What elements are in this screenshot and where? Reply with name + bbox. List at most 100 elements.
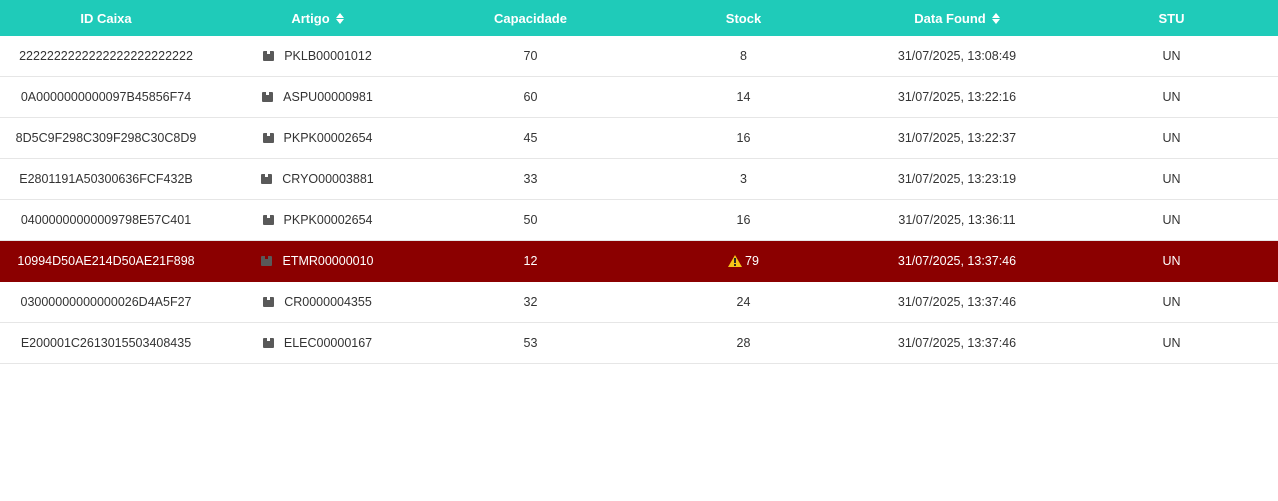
box-icon: [262, 92, 274, 102]
warning-icon: [728, 255, 743, 267]
cell-id-caixa: 0A0000000000097B45856F74: [0, 90, 212, 104]
cell-artigo: PKPK00002654: [212, 131, 423, 145]
cell-id-caixa-text: 0A0000000000097B45856F74: [20, 90, 192, 104]
column-header-label: Stock: [725, 10, 762, 26]
table-row[interactable]: 8D5C9F298C309F298C30C8D9 PKPK00002654 45 16…: [0, 118, 1278, 159]
cell-stu: UN: [1065, 254, 1278, 268]
cell-capacidade-text: 50: [523, 213, 538, 227]
cell-capacidade-text: 60: [523, 90, 538, 104]
cell-stu: UN: [1065, 213, 1278, 227]
cell-id-caixa: 10994D50AE214D50AE21F898: [0, 254, 212, 268]
cell-stock: 28: [638, 336, 849, 350]
cell-artigo: PKPK00002654: [212, 213, 423, 227]
cell-artigo-text: CRYO00003881: [282, 172, 374, 186]
cell-artigo: CRYO00003881: [212, 172, 423, 186]
cell-stu-text: UN: [1162, 90, 1181, 104]
cell-stock-text: 3: [740, 172, 747, 186]
box-table: ID Caixa Artigo Capacidade Stock Data Fo…: [0, 0, 1278, 364]
cell-data-found: 31/07/2025, 13:37:46: [849, 254, 1065, 268]
cell-data-found: 31/07/2025, 13:08:49: [849, 49, 1065, 63]
cell-stu: UN: [1065, 172, 1278, 186]
cell-stock: 24: [638, 295, 849, 309]
column-header-label: Capacidade: [494, 10, 567, 26]
cell-stu: UN: [1065, 131, 1278, 145]
cell-stu: UN: [1065, 295, 1278, 309]
box-icon: [262, 215, 274, 225]
cell-capacidade: 45: [423, 131, 638, 145]
cell-stock-text: 24: [736, 295, 751, 309]
table-body: 2222222222222222222222222 PKLB00001012 70 8…: [0, 36, 1278, 364]
cell-capacidade-text: 45: [523, 131, 538, 145]
cell-data-found-text: 31/07/2025, 13:36:11: [898, 213, 1016, 227]
table-row[interactable]: 2222222222222222222222222 PKLB00001012 70 8…: [0, 36, 1278, 77]
column-header-data-found[interactable]: Data Found: [849, 11, 1065, 26]
box-icon: [262, 133, 274, 143]
cell-capacidade-text: 70: [523, 49, 538, 63]
cell-capacidade: 12: [423, 254, 638, 268]
cell-artigo-text: PKPK00002654: [283, 213, 373, 227]
cell-stu: UN: [1065, 49, 1278, 63]
cell-capacidade-text: 12: [523, 254, 538, 268]
cell-stu-text: UN: [1162, 172, 1181, 186]
column-header-artigo[interactable]: Artigo: [212, 11, 423, 26]
table-row[interactable]: 04000000000009798E57C401 PKPK00002654 50 16…: [0, 200, 1278, 241]
cell-id-caixa: E2801191A50300636FCF432B: [0, 172, 212, 186]
cell-capacidade: 53: [423, 336, 638, 350]
sort-icon[interactable]: [335, 12, 344, 24]
cell-id-caixa-text: E2801191A50300636FCF432B: [19, 172, 193, 186]
table-row[interactable]: 03000000000000026D4A5F27 CR0000004355 32 24…: [0, 282, 1278, 323]
table-row[interactable]: E200001C2613015503408435 ELEC00000167 53 28…: [0, 323, 1278, 364]
cell-data-found-text: 31/07/2025, 13:37:46: [897, 254, 1017, 268]
cell-artigo-text: ASPU00000981: [283, 90, 373, 104]
cell-artigo-text: ELEC00000167: [283, 336, 373, 350]
cell-id-caixa: E200001C2613015503408435: [0, 336, 212, 350]
cell-artigo: PKLB00001012: [212, 49, 423, 63]
cell-id-caixa-text: E200001C2613015503408435: [20, 336, 192, 350]
column-header-stu: STU: [1065, 11, 1278, 26]
cell-artigo-text: PKLB00001012: [284, 49, 372, 63]
cell-stu-text: UN: [1162, 213, 1181, 227]
cell-stu-text: UN: [1162, 131, 1181, 145]
column-header-label: ID Caixa: [80, 10, 132, 26]
column-header-stock: Stock: [638, 11, 849, 26]
cell-data-found: 31/07/2025, 13:37:46: [849, 295, 1065, 309]
cell-stu-text: UN: [1162, 295, 1181, 309]
table-row[interactable]: E2801191A50300636FCF432B CRYO00003881 33 3 3…: [0, 159, 1278, 200]
column-header-id-caixa: ID Caixa: [0, 11, 212, 26]
cell-id-caixa: 2222222222222222222222222: [0, 49, 212, 63]
table-row[interactable]: 10994D50AE214D50AE21F898 ETMR00000010 12 79…: [0, 241, 1278, 282]
cell-artigo: CR0000004355: [212, 295, 423, 309]
box-icon: [262, 338, 274, 348]
cell-stu: UN: [1065, 90, 1278, 104]
column-header-label: Data Found: [914, 10, 986, 26]
cell-data-found: 31/07/2025, 13:23:19: [849, 172, 1065, 186]
cell-data-found-text: 31/07/2025, 13:23:19: [897, 172, 1017, 186]
sort-icon[interactable]: [991, 12, 1000, 24]
cell-id-caixa: 03000000000000026D4A5F27: [0, 295, 212, 309]
table-row[interactable]: 0A0000000000097B45856F74 ASPU00000981 60 14…: [0, 77, 1278, 118]
cell-id-caixa: 04000000000009798E57C401: [0, 213, 212, 227]
cell-capacidade-text: 33: [523, 172, 538, 186]
box-icon: [261, 174, 273, 184]
cell-id-caixa-text: 8D5C9F298C309F298C30C8D9: [15, 131, 197, 145]
cell-capacidade: 60: [423, 90, 638, 104]
cell-stock: 3: [638, 172, 849, 186]
cell-capacidade: 32: [423, 295, 638, 309]
column-header-capacidade: Capacidade: [423, 11, 638, 26]
cell-data-found: 31/07/2025, 13:22:37: [849, 131, 1065, 145]
cell-capacidade: 33: [423, 172, 638, 186]
cell-stock: 16: [638, 213, 849, 227]
box-icon: [263, 297, 275, 307]
column-header-label: Artigo: [291, 10, 330, 26]
cell-stock: 79: [638, 254, 849, 268]
cell-data-found-text: 31/07/2025, 13:22:37: [897, 131, 1017, 145]
cell-data-found: 31/07/2025, 13:36:11: [849, 213, 1065, 227]
cell-artigo-text: ETMR00000010: [282, 254, 374, 268]
cell-id-caixa-text: 03000000000000026D4A5F27: [20, 295, 192, 309]
cell-stock-text: 16: [736, 213, 751, 227]
cell-id-caixa-text: 10994D50AE214D50AE21F898: [17, 254, 195, 268]
cell-data-found-text: 31/07/2025, 13:22:16: [897, 90, 1017, 104]
cell-artigo: ELEC00000167: [212, 336, 423, 350]
box-icon: [261, 256, 273, 266]
cell-data-found: 31/07/2025, 13:37:46: [849, 336, 1065, 350]
